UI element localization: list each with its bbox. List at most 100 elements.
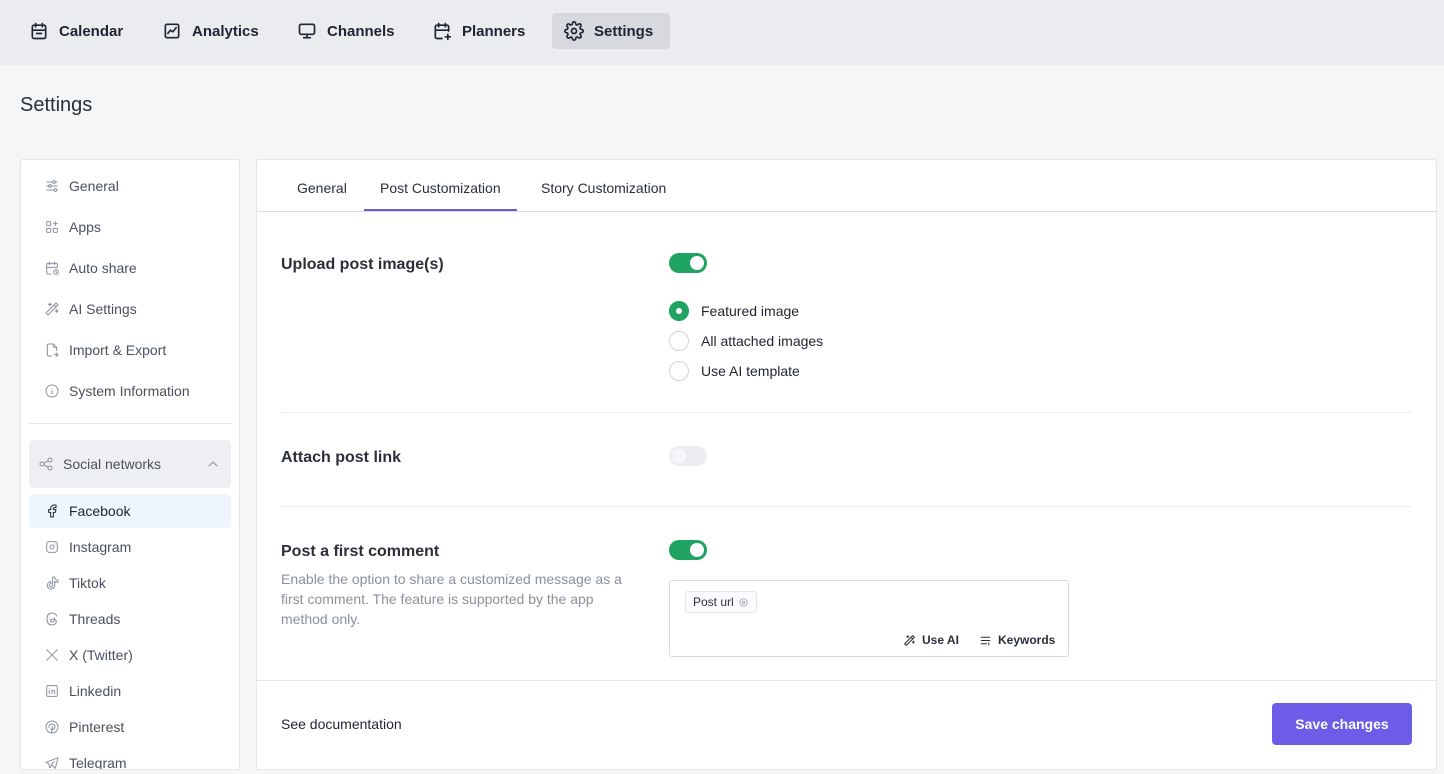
first-comment-description: Enable the option to share a customized … (281, 571, 622, 627)
nav-channels[interactable]: Channels (285, 13, 407, 49)
sidebar-item-label: Linkedin (69, 683, 122, 699)
sidebar-group-social-networks[interactable]: Social networks (29, 440, 231, 488)
nav-settings-label: Settings (594, 22, 654, 40)
x-icon (46, 649, 58, 661)
sidebar-item-label: X (Twitter) (69, 647, 133, 663)
gear-icon (564, 21, 584, 41)
tab-post-customization[interactable]: Post Customization (364, 180, 517, 211)
sidebar-item-linkedin[interactable]: Linkedin (29, 674, 231, 708)
gear-icon[interactable] (738, 597, 749, 608)
nav-planners[interactable]: Planners (420, 13, 537, 49)
chip-label: Post url (693, 595, 734, 609)
magic-wand-icon (904, 634, 915, 646)
sidebar-item-label: AI Settings (69, 301, 137, 317)
sidebar-group-label: Social networks (63, 456, 162, 472)
attach-link-toggle[interactable] (669, 446, 707, 466)
post-url-chip[interactable]: Post url (685, 591, 757, 613)
sidebar-item-general[interactable]: General (29, 169, 231, 203)
telegram-icon (45, 757, 59, 769)
sidebar-item-facebook[interactable]: Facebook (29, 494, 231, 528)
instagram-icon (46, 541, 58, 553)
file-export-icon (46, 343, 59, 358)
sidebar-item-label: General (69, 178, 119, 194)
nav-settings[interactable]: Settings (552, 13, 670, 49)
sidebar-item-label: Facebook (69, 503, 131, 519)
calendar-clock-icon (46, 261, 59, 275)
facebook-icon (48, 504, 57, 518)
info-icon (45, 384, 59, 398)
sidebar-item-label: Import & Export (69, 342, 167, 358)
nav-calendar-label: Calendar (59, 22, 124, 40)
radio-button[interactable] (669, 361, 689, 381)
sidebar-item-system-information[interactable]: System Information (29, 374, 231, 408)
tab-general[interactable]: General (281, 180, 363, 211)
list-icon (980, 636, 991, 645)
sidebar-item-label: Telegram (69, 755, 127, 770)
radio-button[interactable] (669, 331, 689, 351)
upload-images-toggle[interactable] (669, 253, 707, 273)
sidebar-item-auto-share[interactable]: Auto share (29, 251, 231, 285)
calendar-plus-icon (434, 22, 452, 41)
sidebar-item-ai-settings[interactable]: AI Settings (29, 292, 231, 326)
tab-story-customization[interactable]: Story Customization (525, 180, 682, 211)
page-title: Settings (20, 94, 93, 116)
radio-button[interactable] (669, 301, 689, 321)
tiktok-icon (46, 576, 59, 590)
sidebar-item-apps[interactable]: Apps (29, 210, 231, 244)
sidebar-item-label: System Information (69, 383, 190, 399)
sidebar-item-instagram[interactable]: Instagram (29, 530, 231, 564)
radio-label: All attached images (701, 333, 824, 349)
sidebar-item-label: Threads (69, 611, 121, 627)
analytics-icon (164, 23, 180, 39)
linkedin-icon (46, 685, 58, 697)
first-comment-label: Post a first comment (281, 543, 440, 560)
threads-icon (46, 612, 58, 626)
save-changes-button[interactable]: Save changes (1272, 703, 1412, 745)
radio-all-attached-images[interactable]: All attached images (669, 330, 823, 352)
settings-sidebar: General Apps Auto share AI Settings Impo… (20, 159, 240, 770)
sliders-icon (46, 180, 58, 192)
sidebar-item-label: Apps (69, 219, 101, 235)
radio-use-ai-template[interactable]: Use AI template (669, 360, 800, 382)
sidebar-item-x-twitter[interactable]: X (Twitter) (29, 638, 231, 672)
chevron-up-icon[interactable] (205, 456, 221, 472)
footer-divider (257, 680, 1436, 681)
first-comment-toggle[interactable] (669, 540, 707, 560)
nav-planners-label: Planners (462, 22, 526, 40)
row-divider (281, 412, 1412, 413)
share-icon (39, 457, 53, 471)
sidebar-item-import-export[interactable]: Import & Export (29, 333, 231, 367)
radio-featured-image[interactable]: Featured image (669, 300, 799, 322)
use-ai-label: Use AI (922, 633, 959, 647)
nav-channels-label: Channels (327, 22, 395, 40)
radio-label: Use AI template (701, 363, 800, 379)
sidebar-item-label: Instagram (69, 539, 132, 555)
monitor-icon (298, 23, 316, 39)
attach-link-label: Attach post link (281, 449, 402, 466)
keywords-button[interactable]: Keywords (979, 633, 1055, 647)
radio-label: Featured image (701, 303, 800, 319)
apps-icon (46, 221, 58, 233)
top-navigation: Calendar Analytics Channels Planners Set… (0, 0, 1444, 65)
sidebar-item-tiktok[interactable]: Tiktok (29, 566, 231, 600)
calendar-icon (31, 22, 47, 40)
sidebar-item-pinterest[interactable]: Pinterest (29, 710, 231, 744)
keywords-label: Keywords (998, 633, 1056, 647)
sidebar-item-label: Tiktok (69, 575, 106, 591)
tab-bar: General Post Customization Story Customi… (257, 160, 1436, 212)
use-ai-button[interactable]: Use AI (903, 633, 959, 647)
upload-images-label: Upload post image(s) (281, 256, 444, 273)
nav-calendar[interactable]: Calendar (17, 13, 135, 49)
sidebar-item-telegram[interactable]: Telegram (29, 746, 231, 770)
sidebar-divider (29, 423, 231, 424)
see-documentation-link[interactable]: See documentation (281, 716, 402, 732)
magic-wand-icon (45, 302, 59, 316)
first-comment-editor[interactable]: Post url Use AI Keywords (669, 580, 1069, 657)
row-divider (281, 506, 1412, 507)
nav-analytics[interactable]: Analytics (150, 13, 271, 49)
pinterest-icon (45, 720, 59, 734)
sidebar-item-threads[interactable]: Threads (29, 602, 231, 636)
sidebar-item-label: Auto share (69, 260, 137, 276)
nav-analytics-label: Analytics (192, 22, 259, 40)
sidebar-item-label: Pinterest (69, 719, 125, 735)
